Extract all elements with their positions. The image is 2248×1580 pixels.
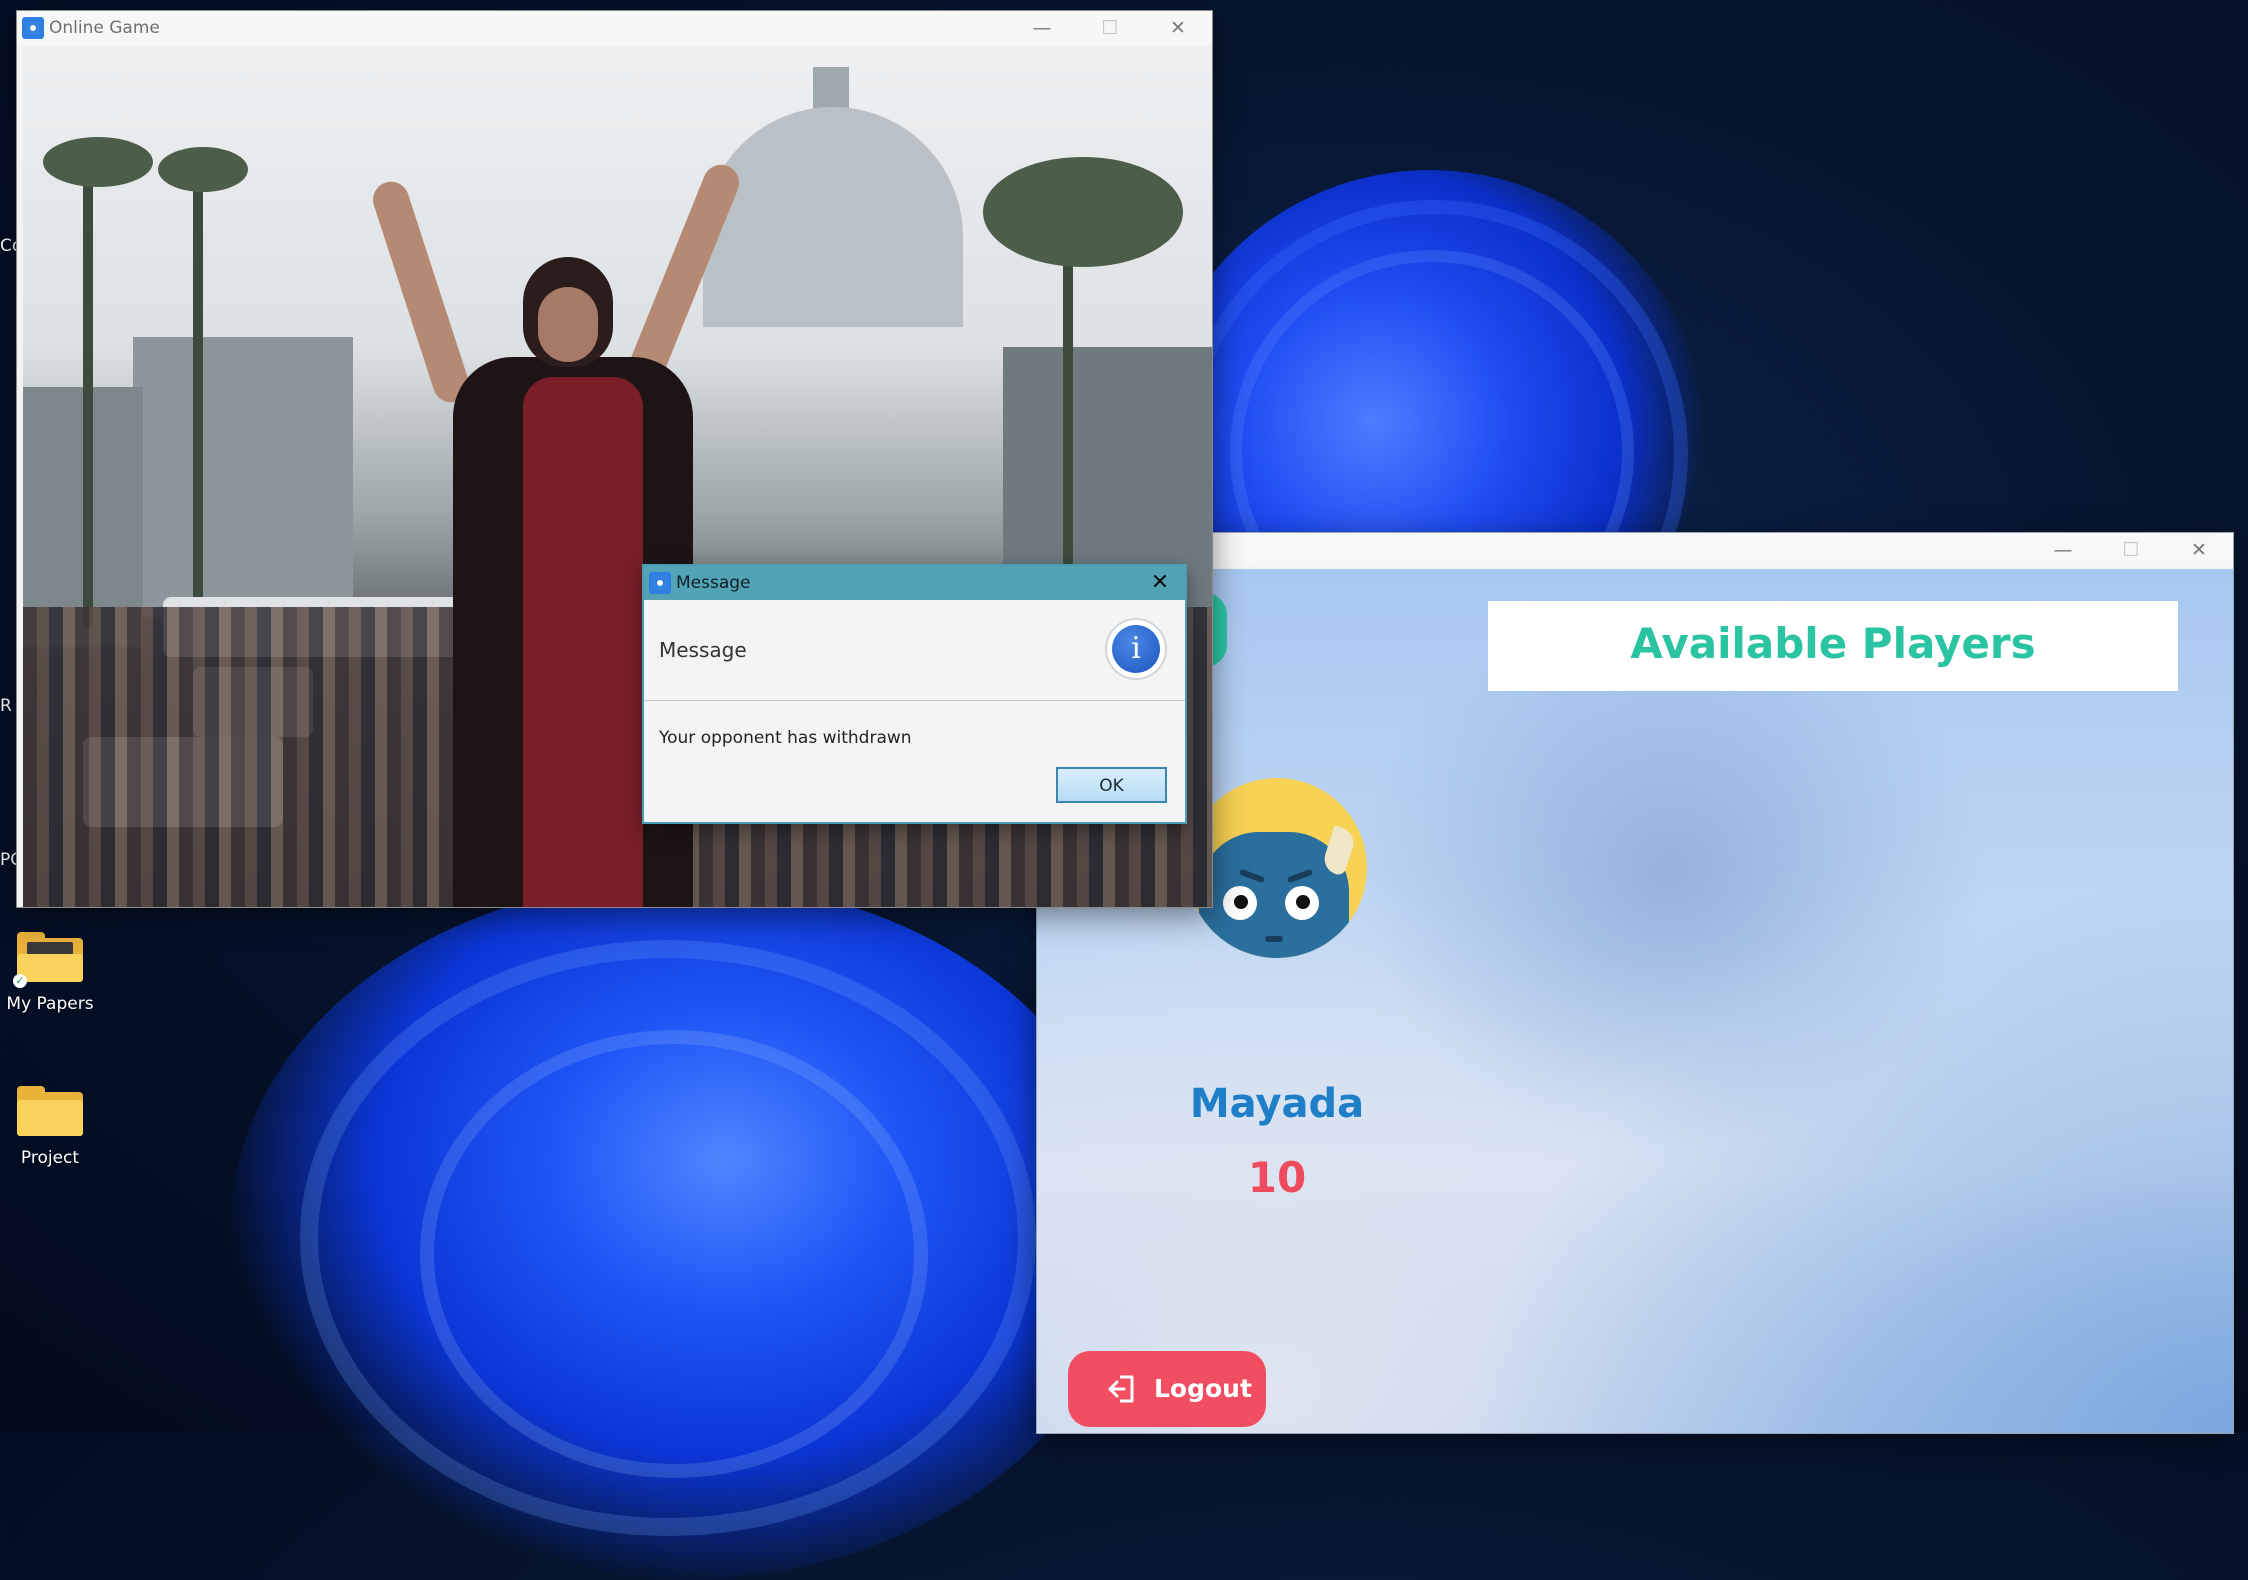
window-title: Online Game bbox=[49, 18, 160, 38]
close-button[interactable]: ✕ bbox=[2165, 533, 2233, 567]
dialog-titlebar[interactable]: Message ✕ bbox=[644, 566, 1185, 600]
app-icon bbox=[649, 572, 671, 594]
lobby-window: — ☐ ✕ ory Available Players Mayada 10 Lo… bbox=[1036, 532, 2234, 1434]
desktop-icon-my-papers[interactable]: ✓ My Papers bbox=[0, 932, 100, 1014]
desktop-label-fragment[interactable]: R bbox=[0, 696, 12, 716]
available-players-panel: Available Players bbox=[1488, 601, 2178, 691]
info-glyph: i bbox=[1112, 625, 1160, 673]
app-icon bbox=[22, 17, 44, 39]
desktop-icon-label: Project bbox=[20, 1148, 80, 1168]
dialog-title: Message bbox=[676, 573, 751, 593]
message-dialog: Message ✕ Message i Your opponent has wi… bbox=[642, 564, 1187, 824]
desktop-icon-project[interactable]: Project bbox=[0, 1086, 100, 1168]
ok-button[interactable]: OK bbox=[1056, 767, 1167, 803]
folder-icon bbox=[17, 1086, 83, 1136]
logout-icon bbox=[1108, 1375, 1134, 1403]
logout-button[interactable]: Logout bbox=[1068, 1351, 1266, 1427]
lobby-content: ory Available Players Mayada 10 Logout bbox=[1037, 569, 2233, 1433]
folder-synced-icon: ✓ bbox=[13, 932, 83, 988]
minimize-button[interactable]: — bbox=[2029, 533, 2097, 567]
close-button[interactable]: ✕ bbox=[1144, 11, 1212, 45]
logout-label: Logout bbox=[1154, 1374, 1252, 1403]
player-avatar bbox=[1187, 778, 1367, 958]
wallpaper-bloom-ring bbox=[420, 1030, 928, 1478]
player-name: Mayada bbox=[1189, 1081, 1365, 1127]
info-icon: i bbox=[1107, 620, 1165, 678]
game-titlebar[interactable]: Online Game — ☐ ✕ bbox=[17, 11, 1212, 45]
lobby-titlebar[interactable]: — ☐ ✕ bbox=[1037, 533, 2233, 567]
player-score: 10 bbox=[1247, 1153, 1307, 1202]
minimize-button[interactable]: — bbox=[1008, 11, 1076, 45]
dialog-header-text: Message bbox=[659, 638, 747, 662]
desktop-icon-label: My Papers bbox=[6, 994, 94, 1014]
maximize-button[interactable]: ☐ bbox=[2097, 533, 2165, 567]
maximize-button[interactable]: ☐ bbox=[1076, 11, 1144, 45]
available-players-title: Available Players bbox=[1630, 619, 2036, 668]
dialog-message: Your opponent has withdrawn bbox=[659, 728, 912, 748]
dialog-header: Message i bbox=[644, 600, 1185, 701]
close-button[interactable]: ✕ bbox=[1143, 566, 1177, 600]
